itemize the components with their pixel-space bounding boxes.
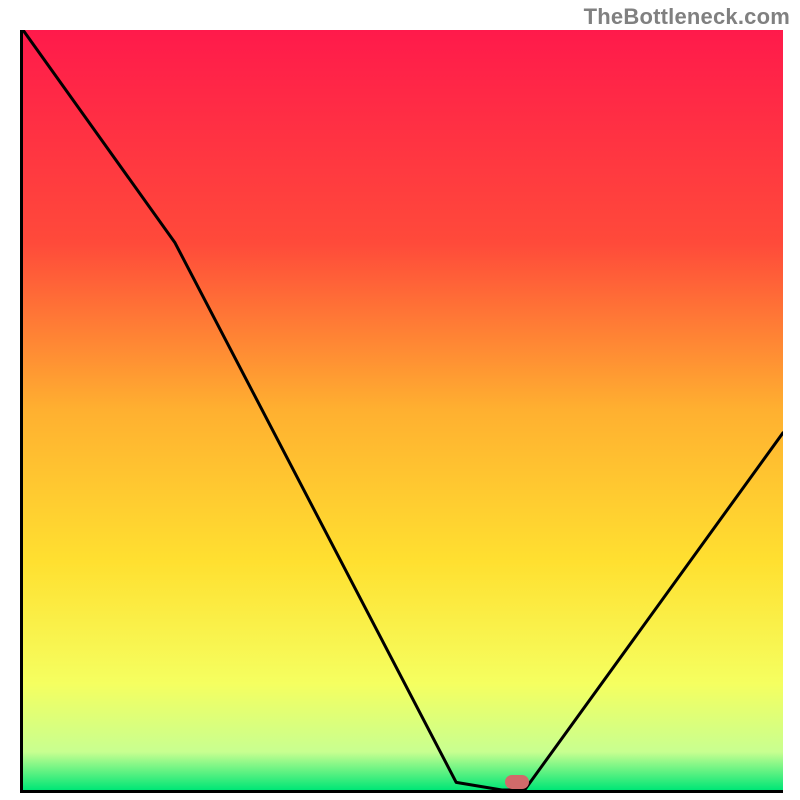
watermark-text: TheBottleneck.com [584, 4, 790, 30]
chart-container: TheBottleneck.com [0, 0, 800, 800]
curve-layer [23, 30, 783, 790]
sweet-spot-marker [505, 775, 529, 789]
plot-area [20, 30, 783, 793]
bottleneck-curve [23, 30, 783, 790]
